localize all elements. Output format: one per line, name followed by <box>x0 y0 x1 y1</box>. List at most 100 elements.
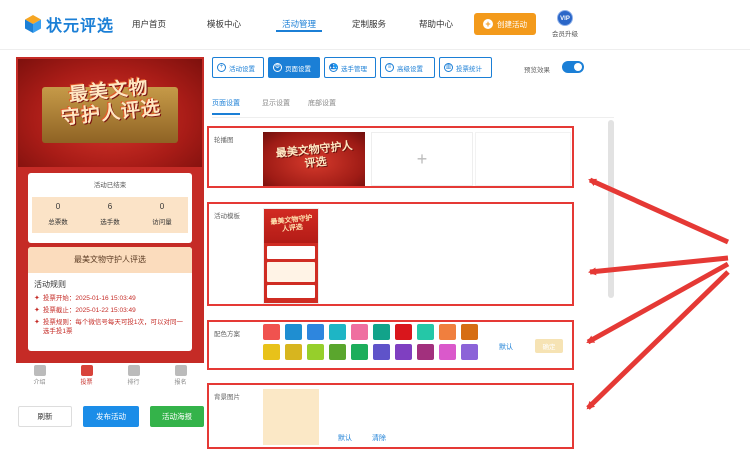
settings-subtabs: 页面设置 显示设置 底部设置 <box>212 96 614 118</box>
color-swatch[interactable] <box>329 344 346 360</box>
activity-poster-button[interactable]: 活动海报 <box>150 406 204 427</box>
color-swatch[interactable] <box>373 324 390 340</box>
phone-preview: 最美文物 守护人评选 活动已结束 0 总票数 6 选手数 0 访问量 最美文物守… <box>16 57 204 363</box>
vip-upgrade-label: 会员升级 <box>552 31 578 38</box>
sliders-icon: ≡ <box>385 63 394 72</box>
stat-value: 0 <box>55 202 61 211</box>
top-navbar: 状元评选 用户首页 模板中心 活动管理 定制服务 帮助中心 + 创建活动 VIP… <box>0 0 750 50</box>
nav-activity-management[interactable]: 活动管理 <box>264 0 334 50</box>
button-label: 投票统计 <box>456 65 482 73</box>
color-swatch[interactable] <box>439 344 456 360</box>
vip-badge-icon: VIP <box>557 10 573 26</box>
color-swatch[interactable] <box>263 324 280 340</box>
color-swatch[interactable] <box>439 324 456 340</box>
activity-settings-button[interactable]: + 活动设置 <box>212 57 264 78</box>
default-color-link[interactable]: 默认 <box>499 342 513 352</box>
tab-label: 投票 <box>80 380 93 386</box>
color-swatch[interactable] <box>307 324 324 340</box>
color-swatch[interactable] <box>417 324 434 340</box>
subtab-footer-settings[interactable]: 底部设置 <box>308 98 336 108</box>
plus-circle-icon: + <box>217 63 226 72</box>
background-image-section: 背景图片 默认 清除 <box>207 383 574 449</box>
color-swatch[interactable] <box>461 344 478 360</box>
nav-user-home[interactable]: 用户首页 <box>118 0 180 50</box>
color-swatch[interactable] <box>351 344 368 360</box>
template-section: 活动模板 最美文物守护人评选 <box>207 202 574 306</box>
button-label: 高级设置 <box>397 65 423 73</box>
template-thumb-card <box>267 285 315 298</box>
color-swatch[interactable] <box>351 324 368 340</box>
color-swatch[interactable] <box>263 344 280 360</box>
stat-value: 0 <box>159 202 165 211</box>
color-swatch[interactable] <box>373 344 390 360</box>
stat-value: 6 <box>107 202 113 211</box>
stats-strip: 0 总票数 6 选手数 0 访问量 <box>32 197 188 233</box>
section-label: 轮播图 <box>214 137 234 144</box>
stat-label: 总票数 <box>48 219 68 226</box>
rule-item: ✦ 投票规则：每个微信号每天可投1次，可以对同一选手投1票 <box>34 318 186 336</box>
advanced-settings-button[interactable]: ≡ 高级设置 <box>380 57 435 78</box>
background-image-preview[interactable] <box>263 389 319 445</box>
rule-item: ✦ 投票截止：2025-01-22 15:03:49 <box>34 306 186 315</box>
button-label: 页面设置 <box>285 65 311 73</box>
tab-label: 介绍 <box>33 380 46 386</box>
vip-upgrade[interactable]: VIP 会员升级 <box>548 10 582 40</box>
nav-help-center[interactable]: 帮助中心 <box>404 0 468 50</box>
template-thumb-card <box>267 246 315 259</box>
color-scheme-section: 配色方案 默认 确定 <box>207 320 574 370</box>
tab-intro[interactable]: 介绍 <box>16 365 63 391</box>
rules-title: 活动规则 <box>34 280 66 289</box>
arrow-to-carousel <box>588 177 730 245</box>
color-swatch[interactable] <box>307 344 324 360</box>
star-icon: ✦ <box>34 307 40 314</box>
background-clear-link[interactable]: 清除 <box>372 433 386 443</box>
color-swatch[interactable] <box>417 344 434 360</box>
nav-custom-service[interactable]: 定制服务 <box>336 0 402 50</box>
color-swatch[interactable] <box>395 344 412 360</box>
subtab-page-settings[interactable]: 页面设置 <box>212 98 240 115</box>
tab-signup[interactable]: 报名 <box>157 365 204 391</box>
color-swatch[interactable] <box>329 324 346 340</box>
template-thumb-title: 最美文物守护人评选 <box>270 214 313 234</box>
subtab-display-settings[interactable]: 显示设置 <box>262 98 290 108</box>
template-thumb-card <box>267 262 315 282</box>
create-activity-button[interactable]: + 创建活动 <box>474 13 536 35</box>
preview-effect-toggle[interactable] <box>562 61 584 73</box>
tab-vote[interactable]: 投票 <box>63 365 110 391</box>
section-label: 背景图片 <box>214 394 240 401</box>
vote-statistics-button[interactable]: ▥ 投票统计 <box>439 57 492 78</box>
publish-activity-button[interactable]: 发布活动 <box>83 406 139 427</box>
color-swatches <box>263 324 493 364</box>
preview-banner: 最美文物 守护人评选 <box>18 59 202 167</box>
color-swatch[interactable] <box>461 324 478 340</box>
page-settings-button[interactable]: ⚙ 页面设置 <box>268 57 320 78</box>
stat-label: 选手数 <box>100 219 120 226</box>
color-swatch[interactable] <box>285 324 302 340</box>
section-label: 活动模板 <box>214 213 240 220</box>
plus-icon: + <box>483 19 493 29</box>
background-default-link[interactable]: 默认 <box>338 433 352 443</box>
brand-logo[interactable]: 状元评选 <box>24 12 114 36</box>
stat-visits: 0 访问量 <box>136 197 188 233</box>
carousel-image[interactable]: 最美文物守护人评选 <box>263 132 365 186</box>
preview-tabbar: 介绍 投票 排行 报名 <box>16 365 204 391</box>
brand-name: 状元评选 <box>46 18 115 35</box>
button-label: 活动设置 <box>229 65 255 73</box>
contestant-management-button[interactable]: 👥 选手管理 <box>324 57 376 78</box>
template-thumbnail[interactable]: 最美文物守护人评选 <box>263 208 319 304</box>
arrow-to-template <box>588 255 729 276</box>
color-swatch[interactable] <box>395 324 412 340</box>
star-icon: ✦ <box>34 319 40 326</box>
tab-ranking[interactable]: 排行 <box>110 365 157 391</box>
confirm-color-button[interactable]: 确定 <box>535 339 563 353</box>
activity-name: 最美文物守护人评选 <box>28 247 192 273</box>
activity-status-card: 活动已结束 0 总票数 6 选手数 0 访问量 <box>28 173 192 243</box>
add-carousel-image-button[interactable]: + <box>371 132 473 186</box>
tab-label: 排行 <box>127 380 140 386</box>
rule-text: 投票开始：2025-01-16 15:03:49 <box>42 295 136 302</box>
create-activity-label: 创建活动 <box>497 19 527 29</box>
color-swatch[interactable] <box>285 344 302 360</box>
nav-template-center[interactable]: 模板中心 <box>190 0 258 50</box>
refresh-button[interactable]: 刷新 <box>18 406 72 427</box>
preview-actions: 刷新 发布活动 活动海报 <box>18 406 204 427</box>
